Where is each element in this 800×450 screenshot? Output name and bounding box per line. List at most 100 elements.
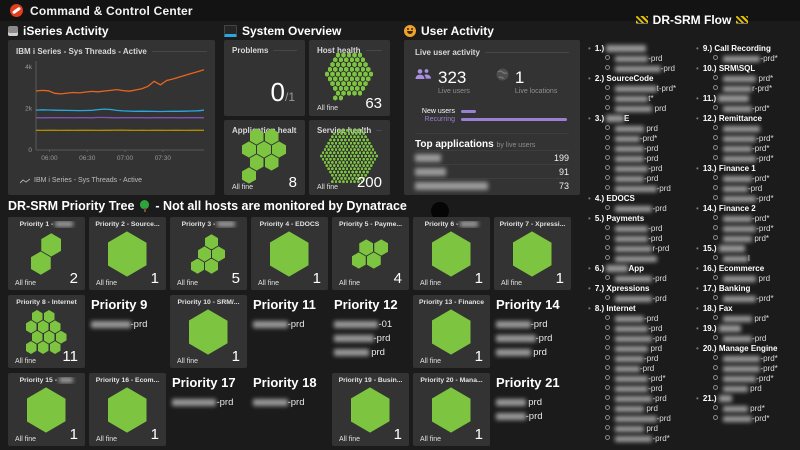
priority-hex-tile[interactable]: Priority 19 - Busin...All fine1 — [332, 373, 409, 446]
flow-section-label: 3.) E — [588, 114, 692, 124]
hexagon — [364, 142, 367, 145]
flow-host-item: -prd — [588, 54, 692, 64]
hexagon — [322, 151, 325, 154]
application-health-tile[interactable]: Application health All fine8 — [224, 120, 305, 195]
top-application-row[interactable]: 73 — [415, 178, 569, 192]
hexagon — [344, 158, 347, 161]
hexagon — [374, 158, 377, 161]
priority-hex-tile[interactable]: Priority 3 - All fine5 — [170, 217, 247, 290]
threads-line-chart[interactable]: 02k4k06:0006:3007:0007:30 — [16, 56, 207, 164]
priority-hex-tile[interactable]: Priority 5 - Payme...All fine4 — [332, 217, 409, 290]
hexagon — [361, 154, 364, 157]
flow-column-right: 9.) Call Recording-prd*10.) SRM\SQL prd*… — [696, 44, 800, 424]
flow-header: DR-SRM Flow — [588, 13, 796, 27]
top-application-row[interactable]: 91 — [415, 164, 569, 178]
priority-host-item: -prd — [91, 318, 164, 332]
problems-tile[interactable]: Problems 0/1 — [224, 40, 305, 116]
service-count: 200 — [357, 174, 382, 191]
hexagon — [361, 167, 364, 170]
priority-tile-title: Priority 3 - — [174, 221, 243, 228]
priority-count: 1 — [232, 348, 240, 365]
top-application-row[interactable]: 199 — [415, 150, 569, 164]
svg-text:07:30: 07:30 — [155, 155, 172, 162]
hexagon — [344, 76, 349, 81]
globe-icon — [496, 68, 509, 81]
priority-host-item: prd — [334, 346, 407, 360]
host-health-tile[interactable]: Host health All fine63 — [309, 40, 390, 116]
priority-status: All fine — [501, 280, 522, 287]
hexagon — [333, 138, 336, 141]
flow-host-item: -prd* — [588, 434, 692, 444]
flow-section-label: 10.) SRM\SQL — [696, 64, 800, 74]
priority-hex-tile[interactable]: Priority 10 - SRM/...All fine1 — [170, 295, 247, 368]
hexagon — [333, 76, 338, 81]
hexagon — [347, 62, 352, 67]
redacted-text — [334, 349, 369, 357]
priority-hex-tile[interactable]: Priority 7 - Xpressi...All fine1 — [494, 217, 571, 290]
priority-host-item: -prd — [496, 410, 569, 424]
redacted-text — [615, 146, 644, 152]
redacted-text — [615, 106, 652, 112]
user-type-bars: New users Recurring — [415, 107, 569, 123]
priority-hex-tile[interactable]: Priority 13 - FinanceAll fine1 — [413, 295, 490, 368]
hexagon — [372, 148, 375, 151]
flow-section-label: 13.) Finance 1 — [696, 164, 800, 174]
user-activity-tile[interactable]: Live user activity 323 Live users 1 Live… — [404, 40, 580, 195]
live-users-block: 323 Live users — [415, 68, 470, 95]
hexagon — [362, 158, 365, 161]
flow-host-item: -prd* — [696, 214, 800, 224]
application-user-count: 199 — [554, 153, 569, 163]
hexagon — [336, 62, 341, 67]
priority-hex-tile[interactable]: Priority 15 - All fine1 — [8, 373, 85, 446]
hexagon — [351, 145, 354, 148]
hexagon — [330, 62, 335, 67]
live-locations-value: 1 — [515, 68, 557, 88]
hexagon — [350, 161, 353, 164]
priority-hex-tile[interactable]: Priority 16 - Ecom...All fine1 — [89, 373, 166, 446]
priority-count: 1 — [556, 270, 564, 287]
redacted-text — [253, 399, 288, 407]
hexagon — [359, 158, 362, 161]
redacted-text — [615, 366, 640, 372]
hexagon — [331, 167, 334, 170]
priority-tile-title: Priority 8 - Internet — [12, 299, 81, 306]
priority-tile-title: Priority 16 - Ecom... — [93, 377, 162, 384]
redacted-text — [615, 396, 652, 402]
flow-column-left: 1.) -prd-prd2.) SourceCodet-prd*t* prd3.… — [588, 44, 692, 444]
priority-hex-tile[interactable]: Priority 8 - InternetAll fine11 — [8, 295, 85, 368]
monitor-icon — [224, 25, 237, 37]
redacted-text — [615, 236, 648, 242]
hexagon — [329, 158, 332, 161]
priority-hex-tile[interactable]: Priority 4 - EDOCSAll fine1 — [251, 217, 328, 290]
construction-icon — [736, 16, 748, 24]
hexagon — [333, 132, 336, 135]
priority-host-item: -prd — [334, 332, 407, 346]
hexagon — [340, 164, 343, 167]
hexagon — [333, 164, 336, 167]
redacted-text — [723, 136, 756, 142]
hexagon — [344, 151, 347, 154]
priority-hex-tile[interactable]: Priority 2 - Source...All fine1 — [89, 217, 166, 290]
service-health-tile[interactable]: Service health All fine200 — [309, 120, 390, 195]
priority-hex-tile[interactable]: Priority 20 - Mana...All fine1 — [413, 373, 490, 446]
service-status: All fine — [317, 184, 338, 191]
hexagon — [325, 145, 328, 148]
redacted-text — [723, 56, 760, 62]
flow-section-label: 16.) Ecommerce — [696, 264, 800, 274]
chart-legend[interactable]: IBM i Series - Sys Threads - Active — [16, 177, 207, 184]
priority-hex-tile[interactable]: Priority 6 - All fine1 — [413, 217, 490, 290]
hexagon — [331, 161, 334, 164]
hexagon — [333, 151, 336, 154]
redacted-text — [723, 236, 752, 242]
priority-host-item: -prd — [253, 318, 326, 332]
redacted-text — [615, 426, 644, 432]
hexagon — [361, 161, 364, 164]
hexagon — [339, 67, 344, 72]
priority-hex-tile[interactable]: Priority 1 - All fine2 — [8, 217, 85, 290]
redacted-text — [723, 226, 756, 232]
hexagon — [355, 158, 358, 161]
priority-text-title: Priority 17 — [172, 375, 245, 390]
hexagon — [341, 62, 346, 67]
iseries-chart-tile[interactable]: IBM i Series - Sys Threads - Active 02k4… — [8, 40, 215, 195]
hexagon — [358, 71, 363, 76]
